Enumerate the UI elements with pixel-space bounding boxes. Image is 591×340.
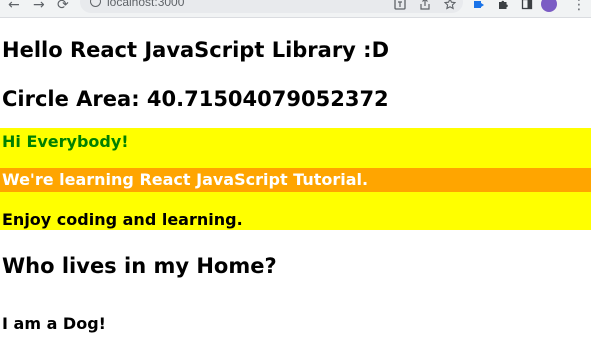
reload-icon[interactable]: ⟳ bbox=[57, 0, 69, 14]
back-arrow-icon[interactable]: ← bbox=[8, 0, 20, 14]
greeting-text: Hi Everybody! bbox=[2, 132, 129, 151]
pet-heading: I am a Dog! bbox=[2, 314, 106, 333]
forward-arrow-icon[interactable]: → bbox=[33, 0, 45, 14]
puzzle-extensions-icon[interactable] bbox=[497, 0, 509, 10]
extension-icon[interactable] bbox=[473, 0, 485, 10]
learning-text: We're learning React JavaScript Tutorial… bbox=[2, 170, 369, 189]
home-heading: Who lives in my Home? bbox=[2, 254, 277, 278]
enjoy-text: Enjoy coding and learning. bbox=[2, 210, 243, 229]
address-url: localhost:3000 bbox=[107, 0, 185, 9]
bookmark-star-icon[interactable] bbox=[443, 0, 457, 10]
main-heading: Hello React JavaScript Library :D bbox=[2, 38, 390, 62]
translate-icon[interactable] bbox=[394, 0, 406, 10]
learning-band: We're learning React JavaScript Tutorial… bbox=[0, 168, 591, 192]
share-icon[interactable] bbox=[419, 0, 431, 10]
enjoy-band: Enjoy coding and learning. bbox=[0, 192, 591, 230]
browser-toolbar: ← → ⟳ localhost:3000 ⋮ bbox=[0, 0, 591, 18]
site-info-icon[interactable] bbox=[90, 0, 101, 7]
greeting-band: Hi Everybody! bbox=[0, 128, 591, 168]
profile-avatar[interactable] bbox=[541, 0, 557, 12]
circle-area-heading: Circle Area: 40.71504079052372 bbox=[2, 87, 389, 111]
browser-menu-icon[interactable]: ⋮ bbox=[572, 0, 586, 14]
side-panel-icon[interactable] bbox=[521, 0, 533, 10]
